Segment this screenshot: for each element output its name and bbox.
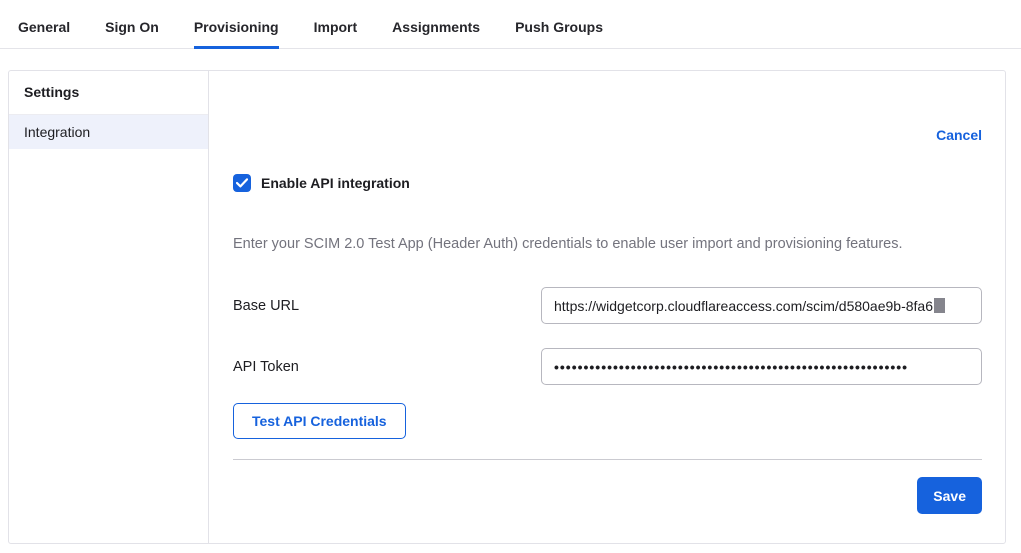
api-token-field-row: API Token ••••••••••••••••••••••••••••••… <box>233 348 982 385</box>
api-token-label: API Token <box>233 359 541 375</box>
sidebar-item-integration[interactable]: Integration <box>9 115 208 149</box>
cancel-link[interactable]: Cancel <box>936 127 982 143</box>
credentials-description: Enter your SCIM 2.0 Test App (Header Aut… <box>233 236 982 253</box>
base-url-input[interactable]: https://widgetcorp.cloudflareaccess.com/… <box>541 287 982 324</box>
test-api-credentials-button[interactable]: Test API Credentials <box>233 403 406 439</box>
test-credentials-row: Test API Credentials <box>233 403 982 439</box>
cancel-row: Cancel <box>233 127 982 143</box>
check-icon <box>236 178 248 188</box>
tab-general[interactable]: General <box>18 0 70 49</box>
enable-api-label: Enable API integration <box>261 175 410 191</box>
settings-sidebar: Settings Integration <box>9 71 209 543</box>
section-divider <box>233 459 982 460</box>
app-tab-bar: General Sign On Provisioning Import Assi… <box>0 0 1021 49</box>
base-url-field-row: Base URL https://widgetcorp.cloudflareac… <box>233 287 982 324</box>
tab-push-groups[interactable]: Push Groups <box>515 0 603 49</box>
api-token-masked-value: ••••••••••••••••••••••••••••••••••••••••… <box>554 359 908 375</box>
tab-sign-on[interactable]: Sign On <box>105 0 159 49</box>
base-url-label: Base URL <box>233 298 541 314</box>
save-button[interactable]: Save <box>917 477 982 514</box>
base-url-value: https://widgetcorp.cloudflareaccess.com/… <box>554 298 933 314</box>
api-token-input[interactable]: ••••••••••••••••••••••••••••••••••••••••… <box>541 348 982 385</box>
input-text-selection <box>934 298 945 313</box>
enable-api-checkbox[interactable] <box>233 174 251 192</box>
tab-provisioning[interactable]: Provisioning <box>194 0 279 49</box>
save-row: Save <box>233 477 982 514</box>
provisioning-panel: Settings Integration Cancel Enable API i… <box>8 70 1006 544</box>
enable-api-row: Enable API integration <box>233 174 982 192</box>
tab-import[interactable]: Import <box>314 0 358 49</box>
sidebar-header: Settings <box>9 71 208 115</box>
integration-content: Cancel Enable API integration Enter your… <box>209 71 1005 543</box>
tab-assignments[interactable]: Assignments <box>392 0 480 49</box>
